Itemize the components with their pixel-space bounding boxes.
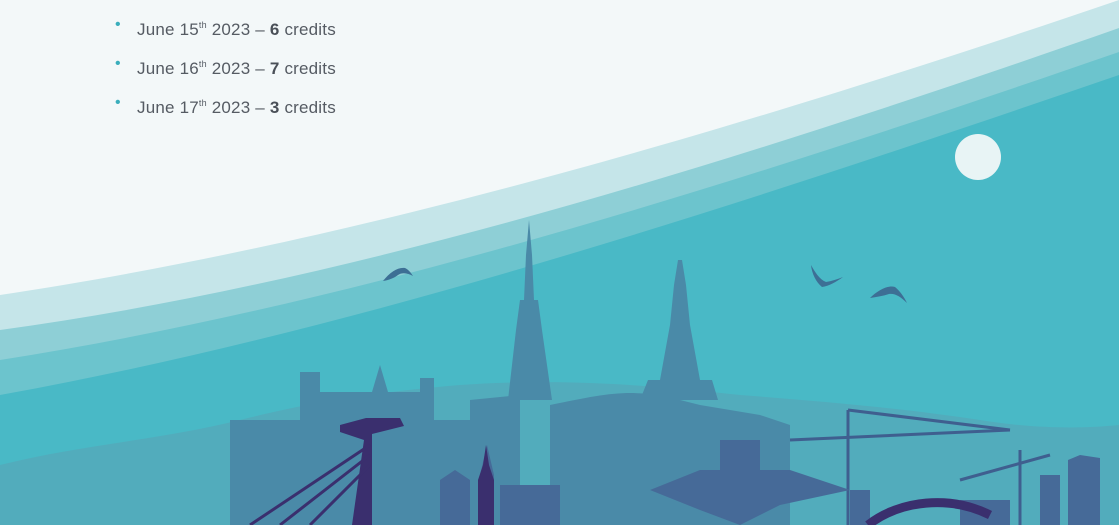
bullet-icon: •	[115, 55, 121, 72]
credit-year: 2023 –	[206, 98, 270, 117]
credit-count: 7	[269, 59, 280, 78]
credit-item: • June 17th 2023 – 3 credits	[115, 86, 336, 125]
credit-unit: credits	[279, 98, 336, 117]
credit-date: June 16	[137, 59, 199, 78]
credit-unit: credits	[279, 20, 336, 39]
credit-date: June 15	[137, 20, 199, 39]
credit-date-ordinal: th	[198, 98, 207, 108]
credit-date: June 17	[137, 98, 199, 117]
bullet-icon: •	[115, 94, 121, 111]
credit-date-ordinal: th	[198, 59, 207, 69]
moon-icon	[955, 134, 1001, 180]
credit-count: 3	[269, 98, 280, 117]
credit-item: • June 15th 2023 – 6 credits	[115, 8, 336, 47]
credit-year: 2023 –	[206, 20, 270, 39]
credit-year: 2023 –	[206, 59, 270, 78]
credit-count: 6	[269, 20, 280, 39]
credit-date-ordinal: th	[198, 20, 207, 30]
credit-list: • June 15th 2023 – 6 credits • June 16th…	[115, 8, 336, 125]
credit-unit: credits	[279, 59, 336, 78]
bullet-icon: •	[115, 16, 121, 33]
credit-item: • June 16th 2023 – 7 credits	[115, 47, 336, 86]
